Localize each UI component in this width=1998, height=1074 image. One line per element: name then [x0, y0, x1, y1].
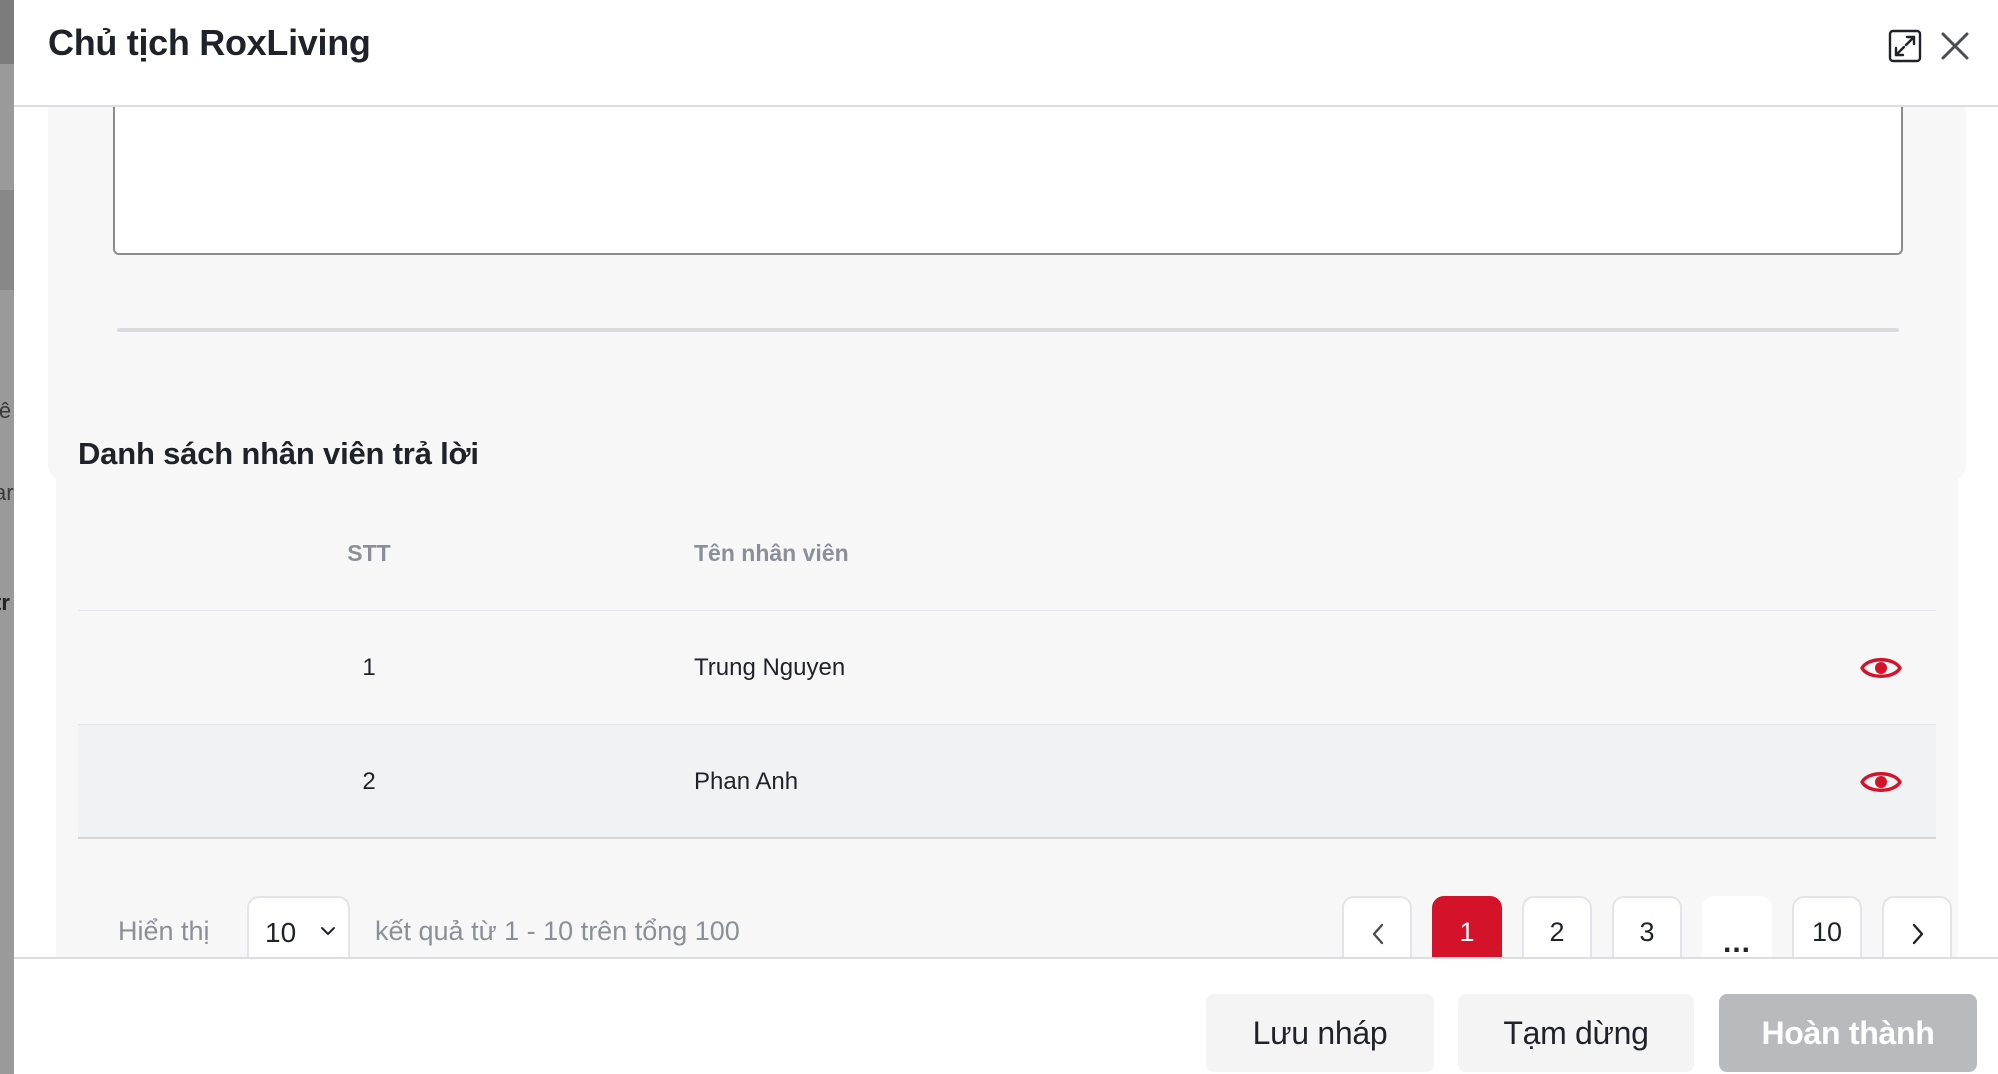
column-header-name: Tên nhân viên	[694, 540, 849, 566]
modal-header: Chủ tịch RoxLiving	[14, 0, 1998, 107]
modal-title: Chủ tịch RoxLiving	[48, 22, 371, 63]
page-button-10[interactable]: 10	[1792, 896, 1862, 957]
row-employee-name: Phan Anh	[694, 768, 799, 795]
prev-page-button[interactable]	[1342, 896, 1412, 957]
background-text-fragment: ar	[0, 480, 14, 505]
column-header-stt: STT	[347, 540, 391, 566]
expand-icon[interactable]	[1887, 28, 1923, 64]
page-size-value: 10	[265, 917, 297, 948]
page-button-2[interactable]: 2	[1522, 896, 1592, 957]
complete-button[interactable]: Hoàn thành	[1719, 994, 1977, 1072]
background-app-strip: iê ar tr	[0, 0, 14, 1074]
show-label: Hiển thị	[118, 916, 210, 946]
section-divider	[117, 328, 1899, 332]
next-page-button[interactable]	[1882, 896, 1952, 957]
row-employee-name: Trung Nguyen	[694, 654, 846, 681]
chevron-down-icon	[321, 927, 335, 935]
table-row: 1 Trung Nguyen	[78, 611, 1936, 725]
modal-dialog: Chủ tịch RoxLiving Danh sách nhân viên t…	[14, 0, 1998, 1074]
result-summary: kết quả từ 1 - 10 trên tổng 100	[375, 916, 740, 946]
modal-footer: Lưu nháp Tạm dừng Hoàn thành	[14, 957, 1998, 1074]
row-stt: 2	[362, 768, 376, 795]
note-textarea[interactable]	[113, 107, 1903, 255]
eye-icon[interactable]	[1860, 765, 1902, 799]
modal-body: Danh sách nhân viên trả lời STT Tên nhân…	[14, 107, 1998, 957]
employee-table: STT Tên nhân viên 1 Trung Nguyen 2 Phan …	[78, 498, 1936, 839]
page-button-1[interactable]: 1	[1432, 896, 1502, 957]
table-header: STT Tên nhân viên	[78, 498, 1936, 611]
employee-list-card: Danh sách nhân viên trả lời STT Tên nhân…	[56, 406, 1958, 957]
chevron-left-icon	[1372, 923, 1384, 945]
background-text-fragment: tr	[0, 590, 10, 615]
background-block	[0, 190, 14, 290]
eye-icon[interactable]	[1860, 651, 1902, 685]
save-draft-button[interactable]: Lưu nháp	[1206, 994, 1434, 1072]
pagination-bar: Hiển thị 10 kết quả từ 1 - 10 trên tổng …	[78, 896, 1952, 957]
table-row: 2 Phan Anh	[78, 725, 1936, 839]
page-button-3[interactable]: 3	[1612, 896, 1682, 957]
page-size-select[interactable]: 10	[247, 896, 350, 957]
chevron-right-icon	[1912, 923, 1924, 945]
background-block	[0, 0, 14, 64]
row-stt: 1	[362, 654, 376, 681]
close-icon[interactable]	[1937, 28, 1973, 64]
employee-list-title: Danh sách nhân viên trả lời	[78, 436, 479, 471]
background-text-fragment: iê	[0, 398, 12, 423]
page-ellipsis[interactable]: ...	[1702, 896, 1772, 957]
pause-button[interactable]: Tạm dừng	[1458, 994, 1694, 1072]
